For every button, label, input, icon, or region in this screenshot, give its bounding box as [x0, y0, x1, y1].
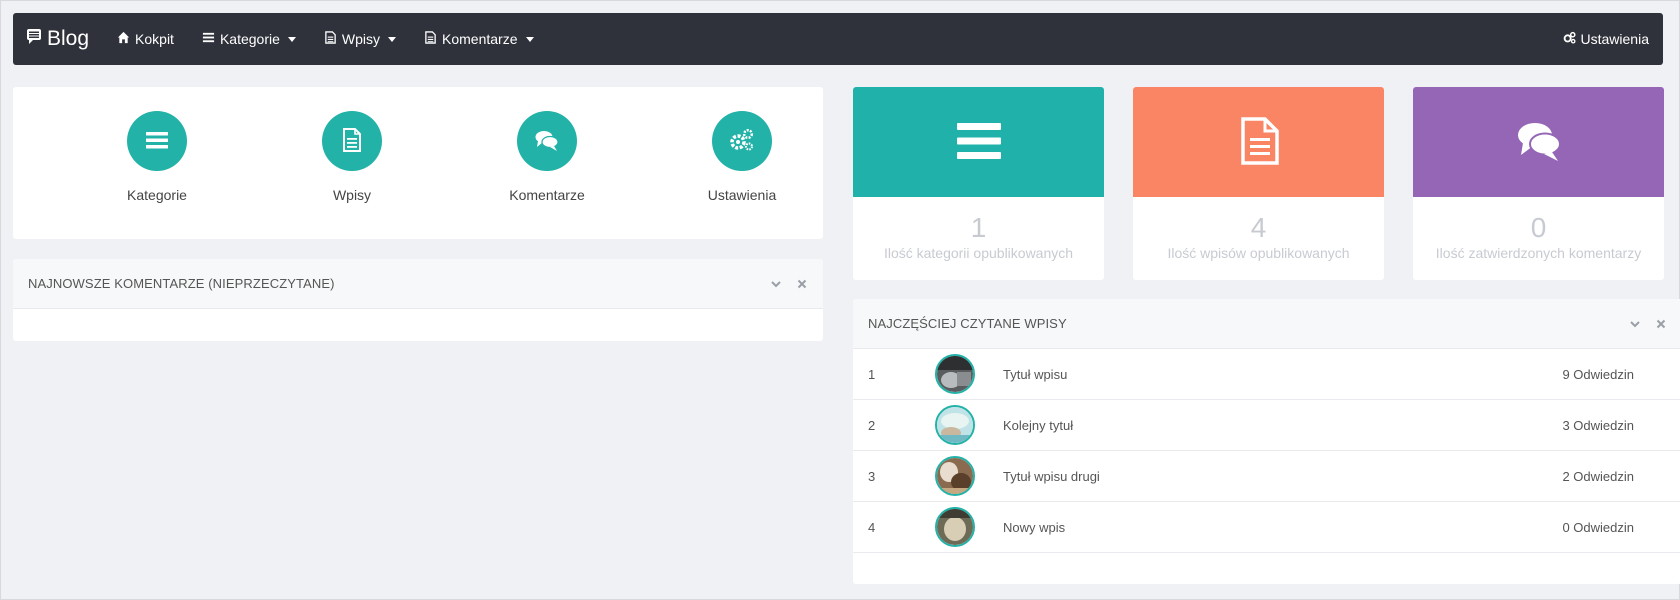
post-title-link[interactable]: Tytuł wpisu drugi: [1003, 469, 1100, 484]
comment-icon: [27, 27, 41, 51]
panel-header: NAJNOWSZE KOMENTARZE (NIEPRZECZYTANE): [13, 259, 823, 309]
collapse-icon[interactable]: [1629, 318, 1641, 330]
cogs-icon: [1563, 31, 1576, 47]
shortcut-label[interactable]: Komentarze: [487, 187, 607, 203]
table-row: 2 Kolejny tytuł 3 Odwiedzin: [853, 400, 1680, 451]
shortcut-komentarze: Komentarze: [487, 111, 607, 203]
row-index: 1: [868, 366, 876, 382]
row-index: 3: [868, 468, 876, 484]
table-row: 4 Nowy wpis 0 Odwiedzin: [853, 502, 1680, 553]
post-title-link[interactable]: Kolejny tytuł: [1003, 418, 1073, 433]
post-thumbnail[interactable]: [935, 405, 975, 445]
shortcut-ustawienia: Ustawienia: [682, 111, 802, 203]
list-icon: [955, 117, 1003, 168]
nav-item-label: Ustawienia: [1580, 31, 1649, 47]
shortcut-label[interactable]: Ustawienia: [682, 187, 802, 203]
latest-comments-panel: NAJNOWSZE KOMENTARZE (NIEPRZECZYTANE): [13, 259, 823, 341]
post-title-link[interactable]: Tytuł wpisu: [1003, 367, 1067, 382]
visit-count: 3 Odwiedzin: [1562, 417, 1634, 433]
shortcut-komentarze-button[interactable]: [517, 111, 577, 171]
comments-icon: [1515, 117, 1563, 168]
app-frame: Blog Kokpit Kategorie Wpisy Komentarze U…: [0, 0, 1680, 600]
row-index: 4: [868, 519, 876, 535]
popular-posts-panel: NAJCZĘŚCIEJ CZYTANE WPISY 1 Tytuł wpisu …: [853, 299, 1680, 584]
close-icon[interactable]: [796, 278, 808, 290]
shortcuts-panel: Kategorie Wpisy Komentarze Ustawienia: [13, 87, 823, 239]
shortcut-wpisy-button[interactable]: [322, 111, 382, 171]
nav-item-kokpit[interactable]: Kokpit: [103, 13, 188, 65]
stat-label: Ilość wpisów opublikowanych: [1167, 245, 1350, 261]
visit-count: 2 Odwiedzin: [1562, 468, 1634, 484]
stat-label: Ilość kategorii opublikowanych: [883, 245, 1074, 261]
list-icon: [202, 31, 215, 47]
panel-title: NAJNOWSZE KOMENTARZE (NIEPRZECZYTANE): [28, 276, 335, 291]
caret-down-icon: [388, 36, 397, 42]
nav-item-label: Komentarze: [442, 31, 518, 47]
shortcut-ustawienia-button[interactable]: [712, 111, 772, 171]
file-icon: [1235, 116, 1283, 168]
post-thumbnail[interactable]: [935, 507, 975, 547]
nav-item-komentarze[interactable]: Komentarze: [410, 13, 547, 65]
panel-header: NAJCZĘŚCIEJ CZYTANE WPISY: [853, 299, 1680, 349]
brand-label: Blog: [47, 27, 90, 50]
nav-item-kategorie[interactable]: Kategorie: [188, 13, 310, 65]
panel-tools: [770, 278, 808, 290]
file-icon: [339, 127, 365, 156]
nav-item-wpisy[interactable]: Wpisy: [310, 13, 410, 65]
nav-item-ustawienia[interactable]: Ustawienia: [1549, 13, 1649, 65]
visit-count: 0 Odwiedzin: [1562, 519, 1634, 535]
nav-item-label: Kategorie: [219, 31, 280, 47]
brand-link[interactable]: Blog: [27, 27, 89, 51]
nav-item-label: Kokpit: [135, 31, 174, 47]
comments-icon: [534, 127, 560, 156]
nav-item-label: Wpisy: [341, 31, 381, 47]
stat-card-categories: 1 Ilość kategorii opublikowanych: [853, 87, 1104, 280]
stat-value: 4: [1250, 212, 1267, 243]
shortcut-label[interactable]: Wpisy: [292, 187, 412, 203]
table-row: 3 Tytuł wpisu drugi 2 Odwiedzin: [853, 451, 1680, 502]
post-thumbnail[interactable]: [935, 354, 975, 394]
post-thumbnail[interactable]: [935, 456, 975, 496]
table-row: 1 Tytuł wpisu 9 Odwiedzin: [853, 349, 1680, 400]
shortcut-kategorie: Kategorie: [97, 111, 217, 203]
visit-count: 9 Odwiedzin: [1562, 366, 1634, 382]
stat-card-header: [1413, 87, 1664, 197]
home-icon: [117, 31, 130, 47]
stat-card-posts: 4 Ilość wpisów opublikowanych: [1133, 87, 1384, 280]
stat-value: 1: [970, 212, 987, 243]
stat-card-comments: 0 Ilość zatwierdzonych komentarzy: [1413, 87, 1664, 280]
shortcut-kategorie-button[interactable]: [127, 111, 187, 171]
collapse-icon[interactable]: [770, 278, 782, 290]
top-navbar: Blog Kokpit Kategorie Wpisy Komentarze U…: [13, 13, 1663, 65]
file-icon: [424, 31, 437, 47]
shortcut-label[interactable]: Kategorie: [97, 187, 217, 203]
caret-down-icon: [525, 36, 534, 42]
close-icon[interactable]: [1655, 318, 1667, 330]
post-title-link[interactable]: Nowy wpis: [1003, 520, 1065, 535]
caret-down-icon: [287, 36, 296, 42]
stat-card-header: [1133, 87, 1384, 197]
stat-label: Ilość zatwierdzonych komentarzy: [1435, 245, 1642, 261]
panel-tools: [1629, 318, 1667, 330]
row-index: 2: [868, 417, 876, 433]
shortcut-wpisy: Wpisy: [292, 111, 412, 203]
file-icon: [324, 31, 337, 47]
stat-card-header: [853, 87, 1104, 197]
panel-title: NAJCZĘŚCIEJ CZYTANE WPISY: [868, 316, 1067, 331]
list-icon: [144, 127, 170, 156]
stat-value: 0: [1530, 212, 1547, 243]
cogs-icon: [729, 127, 755, 156]
